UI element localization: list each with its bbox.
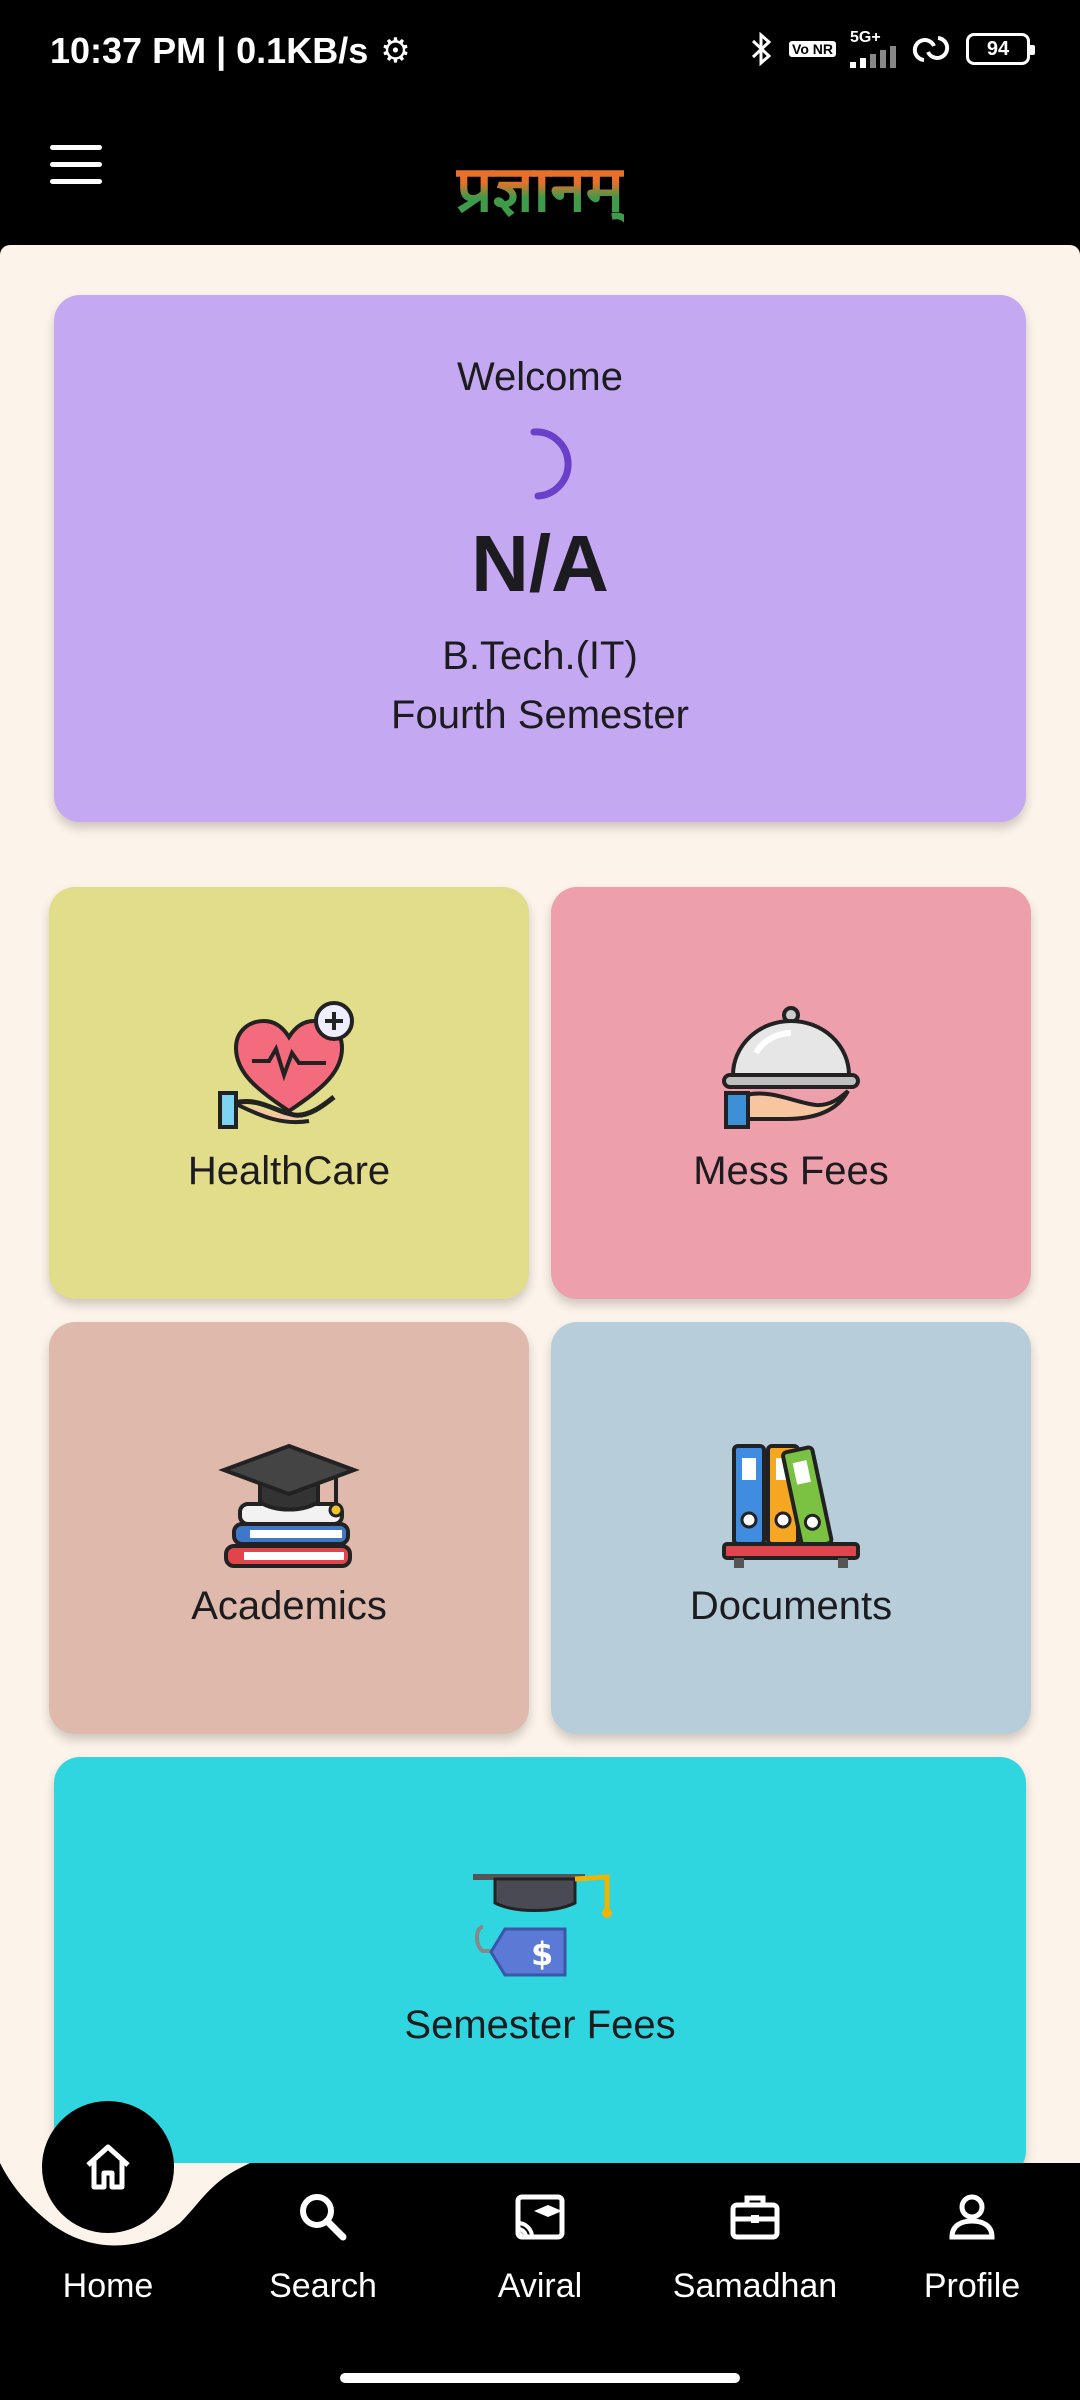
academics-label: Academics (191, 1583, 387, 1628)
nav-profile-label: Profile (923, 2267, 1021, 2305)
profile-icon (949, 2194, 995, 2240)
heart-in-hand-icon (218, 1000, 354, 1129)
signal-icon (850, 46, 896, 68)
mess-fees-tile[interactable]: Mess Fees (551, 887, 1031, 1299)
healthcare-tile[interactable]: HealthCare (49, 887, 529, 1299)
status-bar: 10:37 PM | 0.1KB/s ⚙ Vo NR 5G+ 94 (0, 0, 1080, 105)
app-bar: प्रज्ञानम् (0, 105, 1080, 245)
cast-education-icon (515, 2194, 565, 2240)
documents-label: Documents (689, 1583, 893, 1628)
welcome-card: Welcome N/A B.Tech.(IT) Fourth Semester (54, 295, 1026, 822)
home-content: Welcome N/A B.Tech.(IT) Fourth Semester … (0, 245, 1080, 2177)
nav-home-label: Home (62, 2267, 154, 2305)
nav-samadhan[interactable]: Samadhan (665, 2185, 845, 2325)
hotspot-link-icon (912, 36, 950, 62)
nav-profile[interactable]: Profile (882, 2185, 1062, 2325)
nav-home[interactable]: Home (18, 2185, 198, 2325)
network-type: 5G+ (850, 30, 896, 68)
status-left: 10:37 PM | 0.1KB/s ⚙ (50, 30, 411, 72)
mess-fees-label: Mess Fees (693, 1148, 889, 1193)
binders-shelf-icon (722, 1443, 860, 1568)
status-time-speed: 10:37 PM | 0.1KB/s (50, 30, 369, 71)
briefcase-icon (730, 2195, 780, 2240)
student-course: B.Tech.(IT) (442, 634, 638, 678)
welcome-greeting: Welcome (457, 355, 623, 399)
bluetooth-icon (752, 32, 772, 66)
svg-text:$: $ (531, 1935, 553, 1973)
volte-badge: Vo NR (789, 41, 836, 57)
documents-tile[interactable]: Documents (551, 1322, 1031, 1734)
healthcare-label: HealthCare (187, 1148, 391, 1193)
nav-search-label: Search (269, 2267, 377, 2305)
food-cloche-icon (722, 1005, 860, 1129)
nav-samadhan-label: Samadhan (672, 2267, 838, 2305)
student-semester: Fourth Semester (391, 693, 689, 737)
system-home-indicator[interactable] (340, 2373, 740, 2383)
graduation-fee-tag-icon: $ (473, 1873, 612, 1976)
semester-fees-tile[interactable]: $ Semester Fees (54, 1757, 1026, 2177)
nav-aviral[interactable]: Aviral (450, 2185, 630, 2325)
student-name: N/A (471, 519, 609, 608)
nav-aviral-label: Aviral (497, 2267, 583, 2305)
academics-tile[interactable]: Academics (49, 1322, 529, 1734)
semester-fees-label: Semester Fees (404, 2002, 676, 2047)
graduation-books-icon (218, 1443, 360, 1568)
search-icon (300, 2194, 347, 2241)
app-logo: प्रज्ञानम् (456, 153, 624, 227)
nav-search[interactable]: Search (233, 2185, 413, 2325)
settings-gear-icon: ⚙ (380, 32, 411, 70)
loading-spinner-icon (530, 428, 572, 500)
status-right: Vo NR 5G+ 94 (749, 30, 1035, 68)
battery-indicator: 94 (966, 33, 1035, 65)
